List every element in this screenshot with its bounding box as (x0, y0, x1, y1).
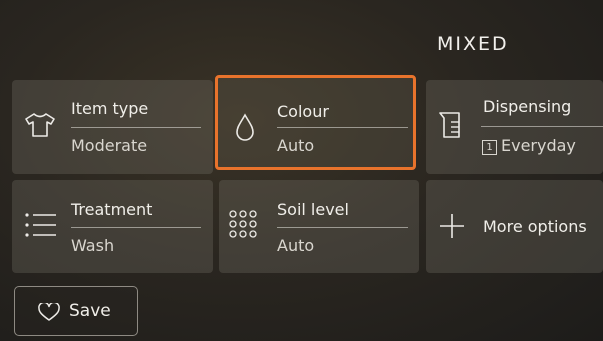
more-options-tile[interactable]: More options (426, 180, 603, 273)
item-type-tile[interactable]: Item type Moderate (12, 80, 213, 174)
detergent-cup-icon (438, 110, 464, 144)
divider (277, 127, 408, 128)
colour-label: Colour (277, 102, 329, 121)
dispensing-value: 1 Everyday (482, 136, 576, 155)
save-label: Save (69, 301, 111, 321)
divider (277, 227, 408, 228)
item-type-value: Moderate (71, 136, 148, 155)
item-type-label: Item type (71, 99, 149, 118)
divider (481, 126, 603, 127)
dispensing-value-text: Everyday (501, 136, 576, 155)
soil-level-value: Auto (277, 236, 315, 255)
treatment-value: Wash (71, 236, 115, 255)
plus-icon (438, 212, 466, 244)
treatment-tile[interactable]: Treatment Wash (12, 180, 213, 273)
dots-grid-icon (229, 210, 259, 242)
program-title: MIXED (437, 33, 509, 55)
treatment-label: Treatment (71, 200, 153, 219)
droplet-icon (234, 113, 256, 147)
soil-level-label: Soil level (277, 200, 349, 219)
soil-level-tile[interactable]: Soil level Auto (219, 180, 419, 273)
washer-options-screen: MIXED Item type Moderate Colour Auto Dis… (0, 0, 603, 341)
save-button[interactable]: Save (14, 286, 138, 336)
list-icon (24, 211, 58, 243)
more-options-label: More options (483, 217, 587, 236)
dose-badge: 1 (482, 140, 497, 155)
dispensing-tile[interactable]: Dispensing 1 Everyday (426, 80, 603, 174)
divider (71, 227, 201, 228)
colour-tile[interactable]: Colour Auto (215, 75, 416, 170)
heart-icon (38, 301, 60, 326)
colour-value: Auto (277, 136, 315, 155)
divider (71, 127, 201, 128)
tshirt-icon (24, 112, 56, 142)
dispensing-label: Dispensing (483, 97, 572, 116)
